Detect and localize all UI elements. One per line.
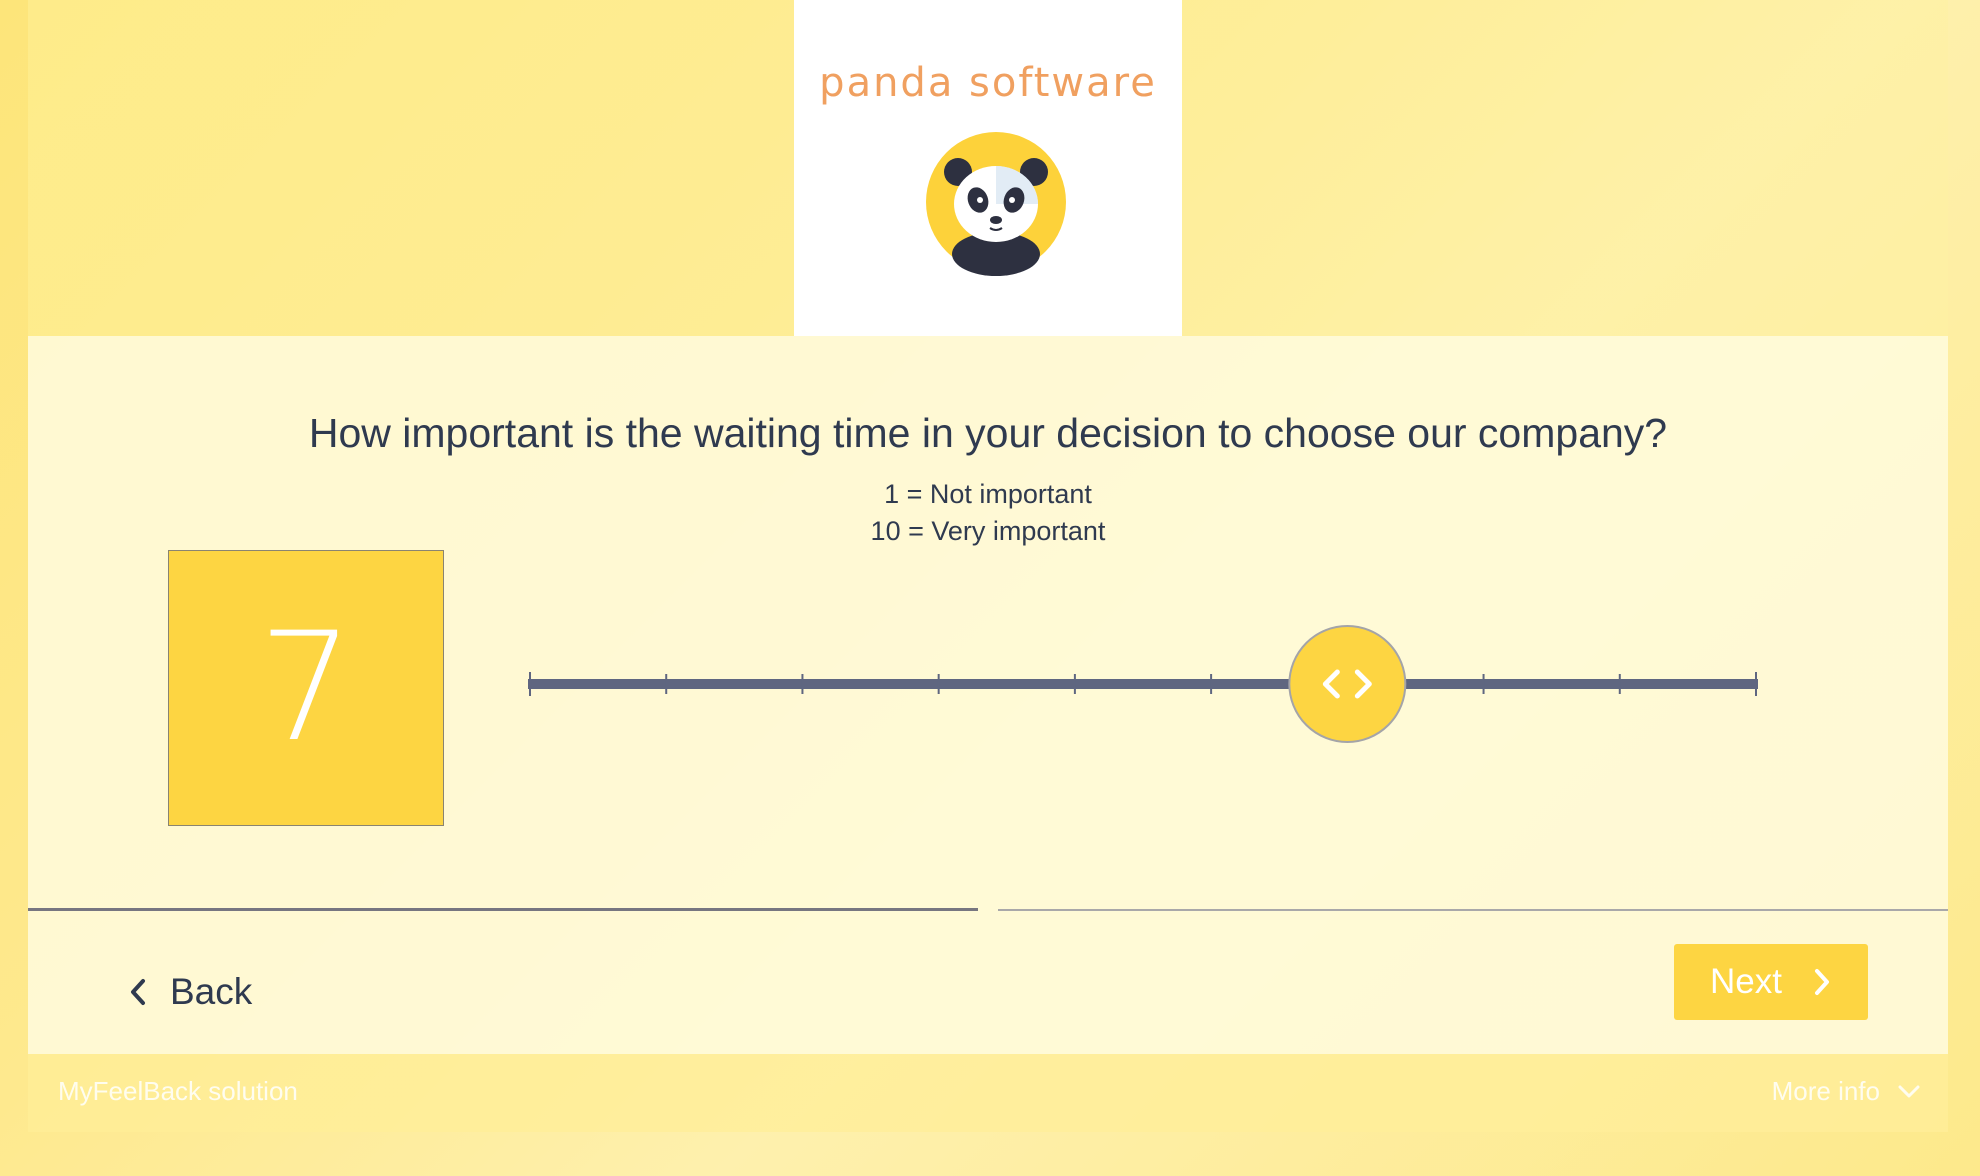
slider-handle[interactable] [1288,625,1407,743]
chevron-right-icon [1814,969,1829,995]
more-info-label: More info [1771,1076,1880,1106]
rating-slider[interactable] [528,625,1758,743]
selected-value-display: 7 [168,550,444,826]
progress-divider-left [28,908,978,911]
legend-max: 10 = Very important [870,516,1106,546]
chevron-down-icon [1898,1085,1920,1097]
footer-bar: MyFeelBack solution More info [28,1054,1948,1132]
more-info-link[interactable]: More info [1772,1076,1920,1107]
chevron-left-icon [131,979,145,1005]
logo-text: panda software [819,60,1157,106]
question-text: How important is the waiting time in you… [308,410,1668,456]
scale-legend: 1 = Not important 10 = Very important [28,476,1948,550]
next-button[interactable]: Next [1674,944,1868,1020]
panda-logo-icon [926,132,1066,276]
progress-divider-right [998,909,1948,911]
back-button[interactable]: Back [128,962,252,1022]
slider-track[interactable] [528,679,1758,689]
legend-min: 1 = Not important [884,479,1092,509]
logo-card: panda software [794,0,1182,336]
next-label: Next [1710,962,1782,1001]
question-card: How important is the waiting time in you… [28,336,1948,1054]
footer-brand[interactable]: MyFeelBack solution [58,1076,298,1107]
back-label: Back [170,971,253,1012]
